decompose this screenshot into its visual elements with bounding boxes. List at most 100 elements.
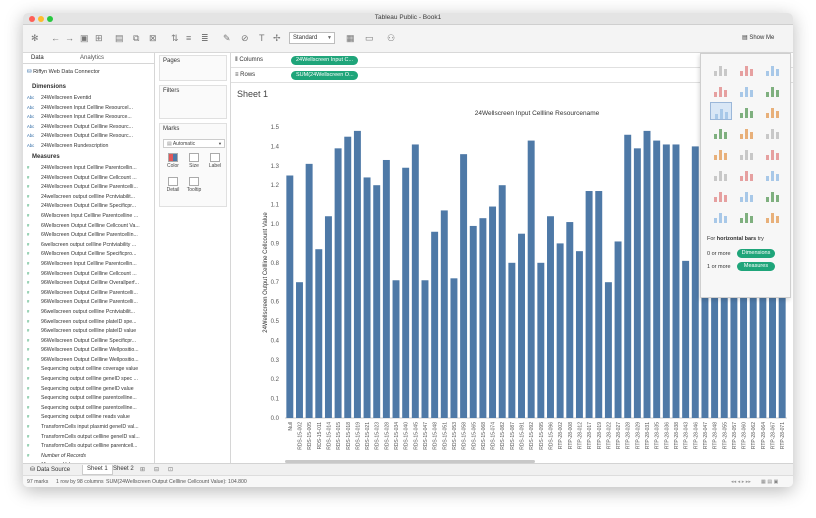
dimension-field[interactable]: Abc 24Wellscreen Output Cellline Resourc.… <box>27 131 151 141</box>
chart-type-option[interactable] <box>736 60 758 78</box>
swap-icon[interactable]: ⇅ <box>171 33 179 43</box>
tableau-logo-icon[interactable]: ✻ <box>31 33 39 43</box>
measure-field[interactable]: #6Wellscreen Input Cellline Parentcellin… <box>27 211 151 221</box>
size-button[interactable]: Size <box>184 152 204 172</box>
chart-type-option[interactable] <box>710 144 732 162</box>
chart-type-option[interactable] <box>710 186 732 204</box>
measure-field[interactable]: #6Wellscreen Output Cellline Parentcelli… <box>27 230 151 240</box>
bar[interactable] <box>421 280 429 418</box>
measure-field[interactable]: #96wellscreen output cellline Pcntviabil… <box>27 307 151 317</box>
bar[interactable] <box>431 231 439 418</box>
bar[interactable] <box>624 134 632 418</box>
bar[interactable] <box>537 262 545 418</box>
chart-type-option[interactable] <box>710 81 732 99</box>
measure-field[interactable]: #24Wellscreen Output Cellline Specificpr… <box>27 201 151 211</box>
bar[interactable] <box>585 191 593 418</box>
tab-analytics[interactable]: Analytics <box>80 55 104 61</box>
bar[interactable] <box>286 175 294 419</box>
measure-field[interactable]: # Number of Records <box>27 451 151 461</box>
pages-card[interactable]: Pages <box>159 55 227 81</box>
bar[interactable] <box>469 225 477 418</box>
measure-field[interactable]: #96Wellscreen Output Cellline Parentcell… <box>27 288 151 298</box>
bar[interactable] <box>575 251 583 418</box>
chart-type-option[interactable] <box>762 123 784 141</box>
bar[interactable] <box>440 210 448 418</box>
sheet-navigation-icons[interactable]: ◂◂ ◂ ▸ ▸▸ <box>731 479 751 485</box>
bar[interactable] <box>334 148 342 418</box>
add-datasource-icon[interactable]: ⊞ <box>95 33 103 43</box>
chart-type-option[interactable] <box>762 165 784 183</box>
bar[interactable] <box>363 177 371 418</box>
marks-type-select[interactable]: ▤ Automatic ▼ <box>163 139 225 148</box>
dimension-field[interactable]: Abc 24Wellscreen Output Cellline Resourc.… <box>27 122 151 132</box>
dimension-field[interactable]: Abc 24Wellscreen Eventid <box>27 93 151 103</box>
measure-field[interactable]: #96wellscreen output cellline plateID va… <box>27 326 151 336</box>
bar[interactable] <box>614 241 622 418</box>
bar[interactable] <box>653 140 661 418</box>
measure-field[interactable]: #24Wellscreen Input Cellline Parentcelli… <box>27 163 151 173</box>
bar[interactable] <box>450 278 458 418</box>
bar[interactable] <box>296 282 303 418</box>
datasource-connection[interactable]: ⛁ Riffyn Web Data Connector <box>27 69 100 75</box>
bar[interactable] <box>518 233 525 418</box>
bar[interactable] <box>508 262 516 418</box>
detail-button[interactable]: Detail <box>163 176 183 196</box>
chart-type-option[interactable] <box>736 123 758 141</box>
chart-type-option[interactable] <box>710 102 732 120</box>
bar[interactable] <box>402 167 410 418</box>
columns-pill[interactable]: 24Wellscreen Input C... <box>291 56 358 65</box>
bar[interactable] <box>691 146 699 418</box>
chart-type-option[interactable] <box>710 207 732 225</box>
chart-type-option[interactable] <box>736 165 758 183</box>
rows-pill[interactable]: SUM(24Wellscreen O... <box>291 71 358 80</box>
bar[interactable] <box>460 154 468 418</box>
bar[interactable] <box>353 130 361 418</box>
bar[interactable] <box>315 249 323 418</box>
pin-icon[interactable]: ✢ <box>273 33 281 43</box>
bar[interactable] <box>489 206 497 418</box>
clear-sheet-icon[interactable]: ⊠ <box>149 33 157 43</box>
view-mode-icons[interactable]: ▦ ▤ ▣ <box>761 479 779 485</box>
measure-field[interactable]: # Sequencing output cellline geneID value <box>27 384 151 394</box>
chart-type-option[interactable] <box>762 81 784 99</box>
bar[interactable] <box>662 144 670 418</box>
duplicate-sheet-icon[interactable]: ⧉ <box>133 33 139 43</box>
bar[interactable] <box>527 140 535 418</box>
fit-mode-select[interactable]: Standard ▼ <box>289 32 335 44</box>
share-icon[interactable]: ⚇ <box>387 33 395 43</box>
bar[interactable] <box>643 130 651 418</box>
new-dashboard-icon[interactable]: ⊟ <box>150 465 163 475</box>
dimension-field[interactable]: Abc 24Wellscreen Rundescription <box>27 141 151 151</box>
bar[interactable] <box>373 185 381 418</box>
measure-field[interactable]: #6Wellscreen Output Cellline Cellcount V… <box>27 221 151 231</box>
bar[interactable] <box>498 185 506 418</box>
redo-icon[interactable]: → <box>65 33 74 43</box>
filters-card[interactable]: Filters <box>159 85 227 119</box>
measure-field[interactable]: # TransformCells input plasmid geneID val… <box>27 422 151 432</box>
measure-field[interactable]: #24Wellscreen Output Cellline Cellcount … <box>27 173 151 183</box>
chart-type-option[interactable] <box>736 144 758 162</box>
new-story-icon[interactable]: ⊡ <box>164 465 177 475</box>
highlight-icon[interactable]: ✎ <box>223 33 231 43</box>
bar[interactable] <box>672 144 680 418</box>
new-sheet-icon[interactable]: ▤ <box>115 33 124 43</box>
measure-field[interactable]: #96Wellscreen Output Cellline Overallper… <box>27 278 151 288</box>
chart-type-option[interactable] <box>710 60 732 78</box>
bar[interactable] <box>479 218 487 418</box>
chart-type-option[interactable] <box>736 81 758 99</box>
measure-field[interactable]: #24wellscreen output cellline Pcntviabil… <box>27 192 151 202</box>
group-icon[interactable]: ⊘ <box>241 33 249 43</box>
measure-field[interactable]: # TransformCells output cellline geneID v… <box>27 432 151 442</box>
measure-field[interactable]: #96Wellscreen Output Cellline Parentcell… <box>27 297 151 307</box>
chart-type-option[interactable] <box>710 165 732 183</box>
bar[interactable] <box>411 144 419 418</box>
bar[interactable] <box>324 216 332 418</box>
presentation-icon[interactable]: ▭ <box>365 33 374 43</box>
bar[interactable] <box>305 163 313 418</box>
measure-field[interactable]: #96Wellscreen Output Cellline Specificpr… <box>27 336 151 346</box>
bar[interactable] <box>344 136 352 418</box>
measure-field[interactable]: #96wellscreen output cellline plateID sp… <box>27 317 151 327</box>
measure-field[interactable]: #96Wellscreen Output Cellline Wellpositi… <box>27 355 151 365</box>
chart-type-option[interactable] <box>762 144 784 162</box>
measure-field[interactable]: #6wellscreen output cellline Pcntviabili… <box>27 240 151 250</box>
